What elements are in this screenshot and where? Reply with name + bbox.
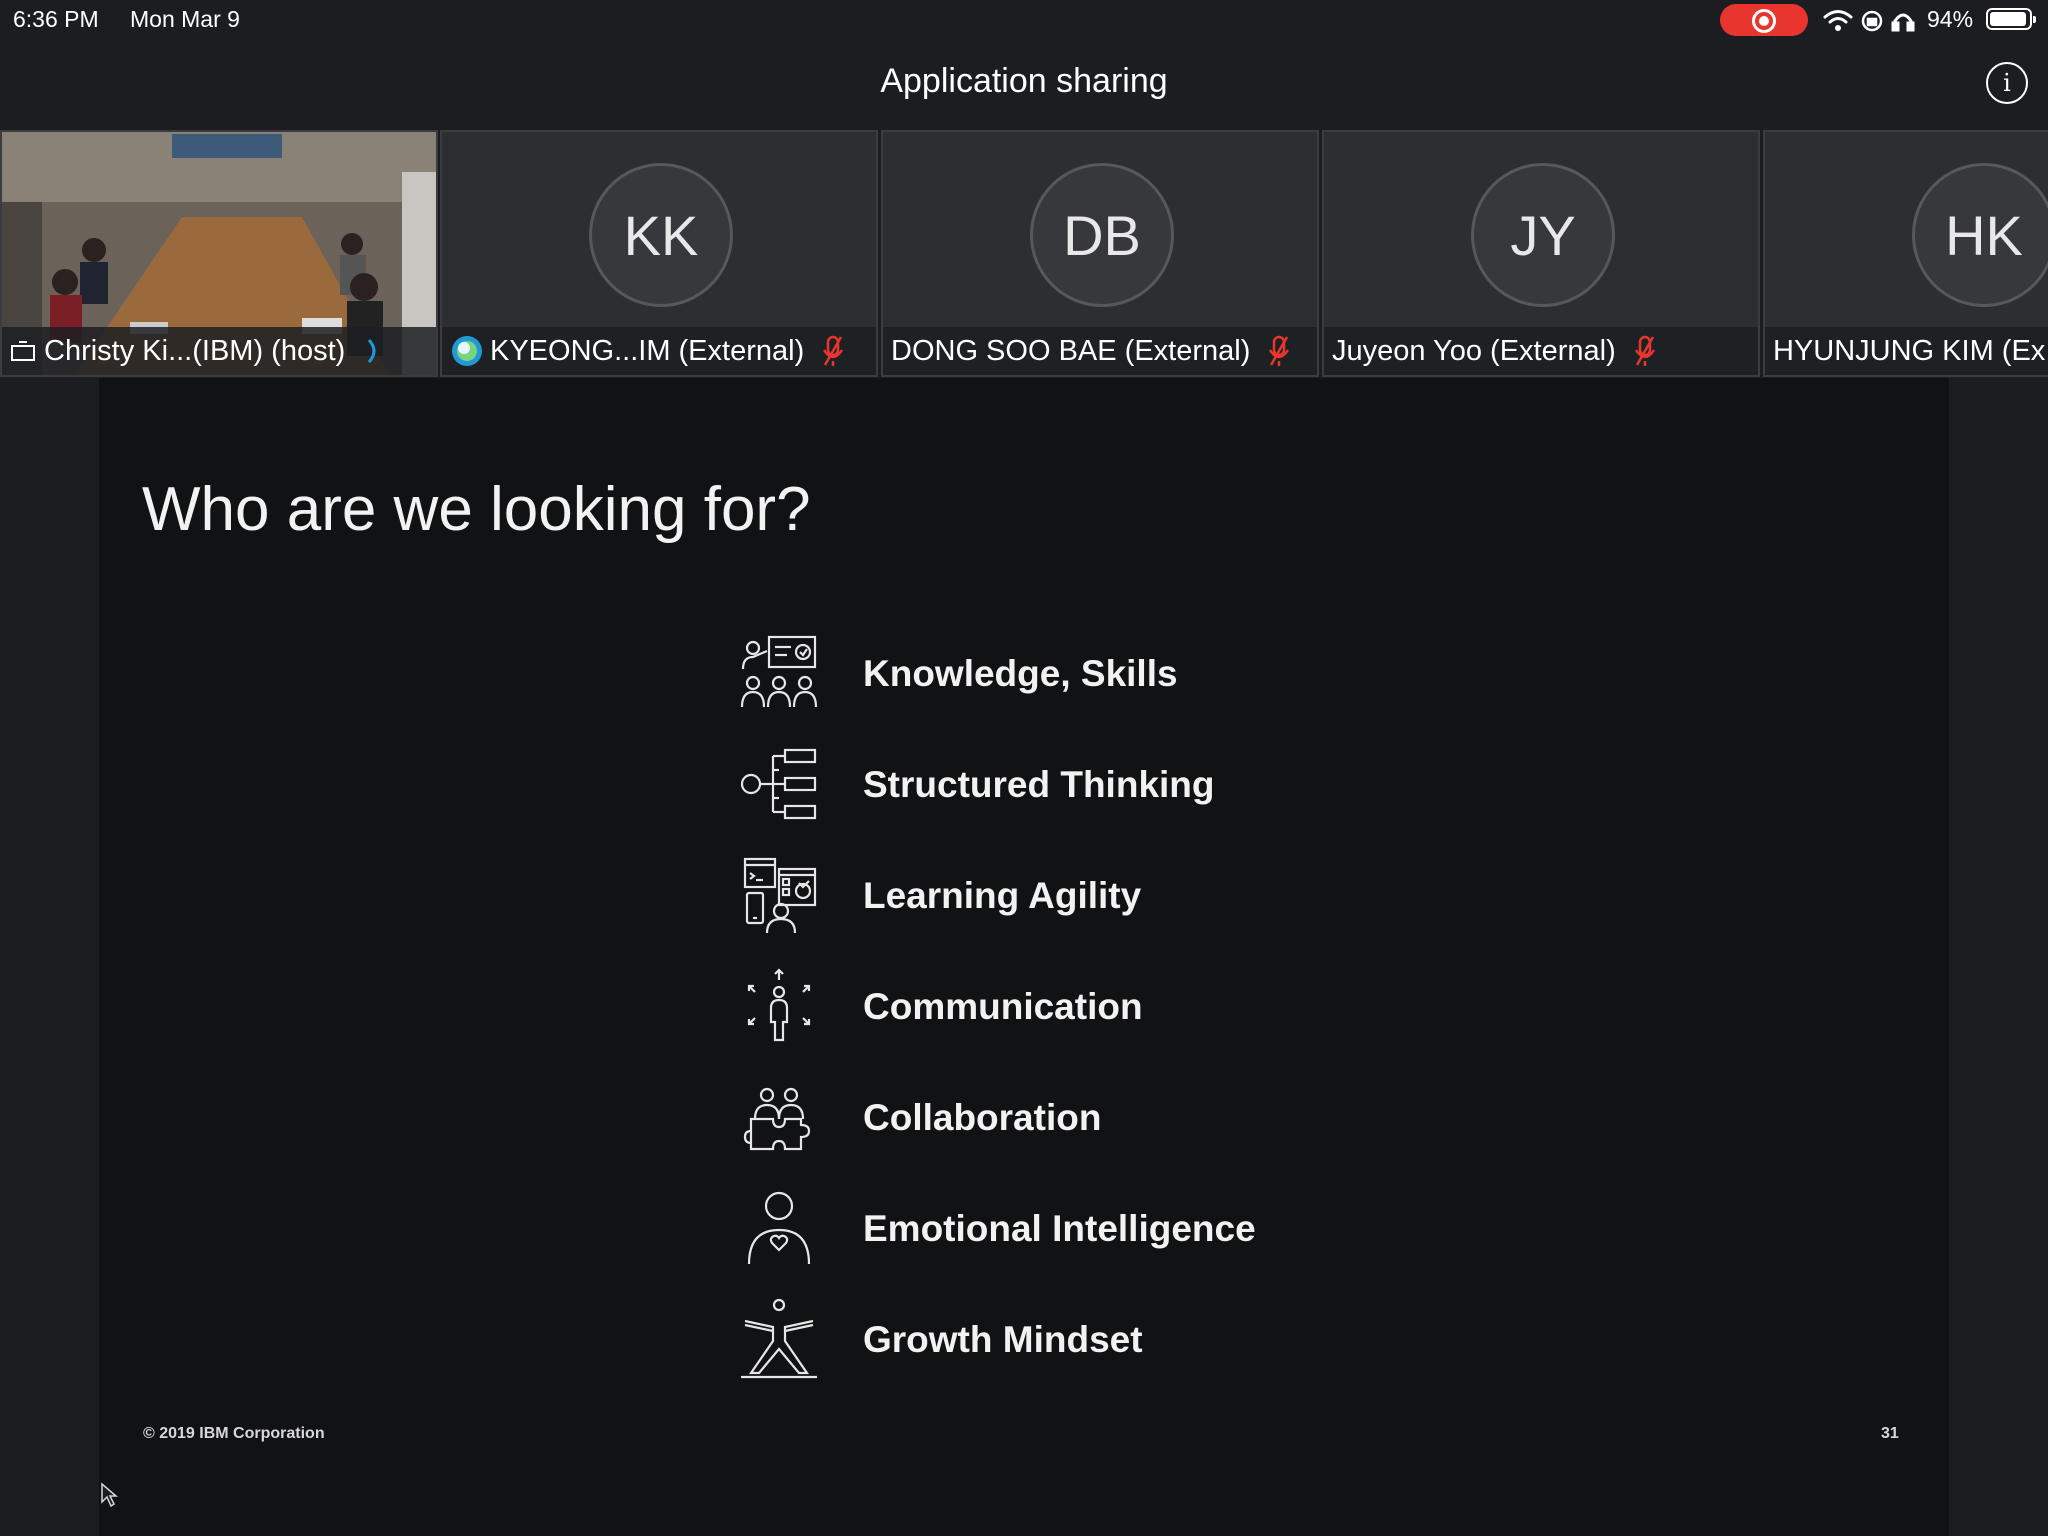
puzzle-people-icon [743,1087,811,1151]
participant-name: KYEONG...IM (External) [490,334,805,367]
hierarchy-tree-icon [740,748,817,820]
participant-strip[interactable]: Christy Ki...(IBM) (host) KK KYEONG...IM… [0,130,2048,377]
participant-tile[interactable]: DB DONG SOO BAE (External) [881,130,1319,377]
participant-namebar: DONG SOO BAE (External) [883,327,1317,375]
participant-namebar: Christy Ki...(IBM) (host) [2,327,436,375]
participant-tile[interactable]: JY Juyeon Yoo (External) [1322,130,1760,377]
battery-icon [1986,8,2036,30]
criteria-label: Knowledge, Skills [863,653,1178,694]
list-item: Learning Agility [737,853,1437,964]
slide-page-number: 31 [1881,1425,1899,1442]
page-title: Application sharing [880,62,1168,100]
webex-app-icon [452,336,482,366]
status-icons [1823,10,1915,32]
share-screen-icon [11,341,35,361]
list-item: Emotional Intelligence [737,1186,1437,1297]
orientation-lock-icon [1861,10,1883,32]
participant-tile[interactable]: HK HYUNJUNG KIM (Ex [1763,130,2048,377]
participant-tile[interactable]: KK KYEONG...IM (External) [440,130,878,377]
criteria-label: Learning Agility [863,875,1142,916]
participant-name: Juyeon Yoo (External) [1332,334,1616,367]
avatar: KK [589,163,733,307]
avatar: HK [1912,163,2048,307]
battery-fill [1990,12,2026,26]
headphones-icon [1891,13,1915,32]
list-item: Growth Mindset [737,1297,1437,1408]
avatar: JY [1471,163,1615,307]
slide-title: Who are we looking for? [142,475,811,544]
participant-tile-video[interactable]: Christy Ki...(IBM) (host) [0,130,438,377]
status-date: Mon Mar 9 [130,6,240,32]
muted-mic-icon [822,334,844,368]
criteria-label: Communication [863,986,1143,1027]
yoga-pose-icon [741,1298,817,1379]
criteria-label: Growth Mindset [863,1319,1143,1360]
participant-name: Christy Ki...(IBM) (host) [44,334,346,367]
criteria-label: Structured Thinking [863,764,1215,805]
avatar: DB [1030,163,1174,307]
slide-footer: © 2019 IBM Corporation [143,1425,325,1442]
battery-percent: 94% [1927,6,1974,32]
person-broadcast-icon [747,968,811,1042]
participant-name: DONG SOO BAE (External) [891,334,1251,367]
participant-namebar: Juyeon Yoo (External) [1324,327,1758,375]
participant-namebar: KYEONG...IM (External) [442,327,876,375]
muted-mic-icon [1268,334,1290,368]
speaking-icon [368,338,376,364]
status-time: 6:36 PM [13,6,99,32]
wifi-icon [1823,10,1853,24]
criteria-list: Knowledge, Skills Structured Thinking Le [737,631,1437,1408]
list-item: Communication [737,964,1437,1075]
pointer-cursor-icon [101,1482,118,1508]
muted-mic-icon [1634,334,1656,368]
criteria-label: Collaboration [863,1097,1102,1138]
shared-slide[interactable]: Who are we looking for? Knowledge, Skill… [99,378,1949,1536]
participant-name: HYUNJUNG KIM (Ex [1773,334,2046,367]
list-item: Knowledge, Skills [737,631,1437,742]
list-item: Collaboration [737,1075,1437,1186]
teaching-group-icon [740,635,818,708]
devices-learner-icon [743,857,817,934]
criteria-label: Emotional Intelligence [863,1208,1256,1249]
person-heart-icon [747,1191,811,1265]
recording-icon[interactable] [1720,4,1808,36]
list-item: Structured Thinking [737,742,1437,853]
status-bar: 6:36 PM Mon Mar 9 94% [0,0,2048,40]
participant-namebar: HYUNJUNG KIM (Ex [1765,327,2048,375]
info-icon[interactable]: i [1986,62,2028,104]
wifi-dot [1835,25,1841,31]
